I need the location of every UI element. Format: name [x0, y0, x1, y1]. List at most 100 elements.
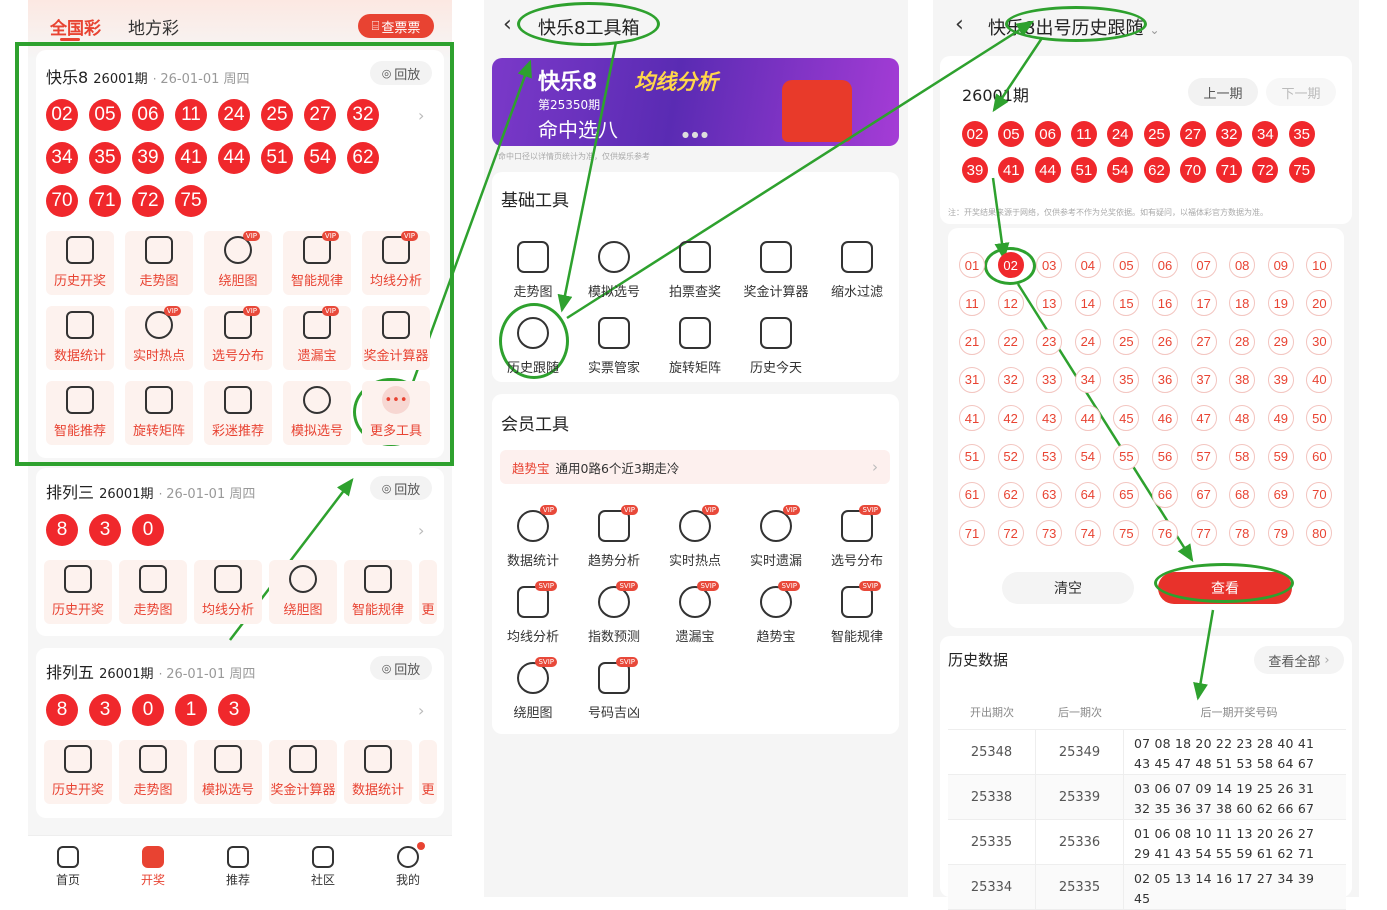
tool-7[interactable]: VIP 实时热点 — [125, 306, 193, 370]
tool-1[interactable]: 历史开奖 — [44, 560, 112, 624]
basic-tool-9[interactable]: 历史今天 — [738, 317, 814, 376]
member-tool-5[interactable]: SVIP 选号分布 — [819, 505, 895, 569]
nav-2[interactable]: 开奖 — [123, 846, 183, 888]
number-72[interactable]: 72 — [997, 520, 1024, 547]
tool-2[interactable]: 走势图 — [119, 740, 187, 804]
number-54[interactable]: 54 — [1074, 443, 1101, 470]
number-52[interactable]: 52 — [997, 443, 1024, 470]
nav-3[interactable]: 推荐 — [208, 846, 268, 888]
member-tool-3[interactable]: VIP 实时热点 — [657, 505, 733, 569]
number-71[interactable]: 71 — [959, 520, 985, 547]
number-69[interactable]: 69 — [1267, 481, 1294, 508]
number-55[interactable]: 55 — [1113, 443, 1140, 470]
tool-14[interactable]: 模拟选号 — [283, 381, 351, 445]
number-31[interactable]: 31 — [959, 366, 985, 393]
number-22[interactable]: 22 — [997, 328, 1024, 355]
tool-13[interactable]: 彩迷推荐 — [204, 381, 272, 445]
tool-6[interactable]: 更 — [419, 740, 437, 804]
number-25[interactable]: 25 — [1113, 328, 1140, 355]
number-63[interactable]: 63 — [1036, 481, 1063, 508]
number-67[interactable]: 67 — [1190, 481, 1217, 508]
basic-tool-7[interactable]: 实票管家 — [576, 317, 652, 376]
number-76[interactable]: 76 — [1152, 520, 1178, 547]
member-tool-11[interactable]: SVIP 绕胆图 — [495, 657, 571, 721]
number-19[interactable]: 19 — [1267, 290, 1294, 317]
member-tool-10[interactable]: SVIP 智能规律 — [819, 581, 895, 645]
number-26[interactable]: 26 — [1152, 328, 1178, 355]
number-14[interactable]: 14 — [1074, 290, 1101, 317]
number-06[interactable]: 06 — [1152, 252, 1178, 278]
number-38[interactable]: 38 — [1229, 366, 1256, 393]
number-17[interactable]: 17 — [1190, 290, 1217, 317]
number-56[interactable]: 56 — [1152, 443, 1178, 470]
basic-tool-5[interactable]: 缩水过滤 — [819, 241, 895, 300]
nav-1[interactable]: 首页 — [38, 846, 98, 888]
tool-5[interactable]: 智能规律 — [344, 560, 412, 624]
member-tool-4[interactable]: VIP 实时遗漏 — [738, 505, 814, 569]
number-09[interactable]: 09 — [1267, 252, 1294, 278]
tool-12[interactable]: 旋转矩阵 — [125, 381, 193, 445]
number-49[interactable]: 49 — [1267, 405, 1294, 432]
tool-4[interactable]: 奖金计算器 — [269, 740, 337, 804]
tool-11[interactable]: 智能推荐 — [46, 381, 114, 445]
number-32[interactable]: 32 — [997, 366, 1024, 393]
tool-9[interactable]: VIP 遗漏宝 — [283, 306, 351, 370]
tool-1[interactable]: 历史开奖 — [44, 740, 112, 804]
nav-4[interactable]: 社区 — [293, 846, 353, 888]
number-04[interactable]: 04 — [1074, 252, 1101, 278]
number-62[interactable]: 62 — [997, 481, 1024, 508]
number-07[interactable]: 07 — [1190, 252, 1217, 278]
number-44[interactable]: 44 — [1074, 405, 1101, 432]
number-34[interactable]: 34 — [1074, 366, 1101, 393]
number-24[interactable]: 24 — [1074, 328, 1101, 355]
tool-8[interactable]: VIP 选号分布 — [204, 306, 272, 370]
tool-6[interactable]: 数据统计 — [46, 306, 114, 370]
tool-15[interactable]: ••• 更多工具 — [362, 381, 430, 445]
number-39[interactable]: 39 — [1267, 366, 1294, 393]
number-58[interactable]: 58 — [1229, 443, 1256, 470]
tool-3[interactable]: 均线分析 — [194, 560, 262, 624]
tool-4[interactable]: VIP 智能规律 — [283, 231, 351, 295]
tool-2[interactable]: 走势图 — [119, 560, 187, 624]
number-59[interactable]: 59 — [1267, 443, 1294, 470]
member-tool-12[interactable]: SVIP 号码吉凶 — [576, 657, 652, 721]
number-08[interactable]: 08 — [1229, 252, 1256, 278]
tool-1[interactable]: 历史开奖 — [46, 231, 114, 295]
number-41[interactable]: 41 — [959, 405, 985, 432]
basic-tool-3[interactable]: 拍票查奖 — [657, 241, 733, 300]
number-36[interactable]: 36 — [1152, 366, 1178, 393]
number-02[interactable]: 02 — [997, 252, 1024, 278]
basic-tool-4[interactable]: 奖金计算器 — [738, 241, 814, 300]
tool-4[interactable]: 绕胆图 — [269, 560, 337, 624]
number-68[interactable]: 68 — [1229, 481, 1256, 508]
number-46[interactable]: 46 — [1152, 405, 1178, 432]
number-28[interactable]: 28 — [1229, 328, 1256, 355]
tool-10[interactable]: 奖金计算器 — [362, 306, 430, 370]
nav-5[interactable]: 我的 — [378, 842, 438, 888]
member-tool-1[interactable]: VIP 数据统计 — [495, 505, 571, 569]
number-66[interactable]: 66 — [1152, 481, 1178, 508]
member-tool-2[interactable]: VIP 趋势分析 — [576, 505, 652, 569]
number-60[interactable]: 60 — [1306, 443, 1333, 470]
member-tool-8[interactable]: SVIP 遗漏宝 — [657, 581, 733, 645]
number-51[interactable]: 51 — [959, 443, 985, 470]
tool-6[interactable]: 更 — [419, 560, 437, 624]
number-53[interactable]: 53 — [1036, 443, 1063, 470]
number-47[interactable]: 47 — [1190, 405, 1217, 432]
number-57[interactable]: 57 — [1190, 443, 1217, 470]
number-61[interactable]: 61 — [959, 481, 985, 508]
number-23[interactable]: 23 — [1036, 328, 1063, 355]
number-01[interactable]: 01 — [959, 252, 985, 278]
tool-5[interactable]: 数据统计 — [344, 740, 412, 804]
number-12[interactable]: 12 — [997, 290, 1024, 317]
tool-3[interactable]: VIP 绕胆图 — [204, 231, 272, 295]
number-03[interactable]: 03 — [1036, 252, 1063, 278]
number-64[interactable]: 64 — [1074, 481, 1101, 508]
basic-tool-8[interactable]: 旋转矩阵 — [657, 317, 733, 376]
number-30[interactable]: 30 — [1306, 328, 1333, 355]
number-29[interactable]: 29 — [1267, 328, 1294, 355]
basic-tool-2[interactable]: 模拟选号 — [576, 241, 652, 300]
tool-2[interactable]: 走势图 — [125, 231, 193, 295]
basic-tool-6[interactable]: 历史跟随 — [495, 317, 571, 376]
tool-3[interactable]: 模拟选号 — [194, 740, 262, 804]
